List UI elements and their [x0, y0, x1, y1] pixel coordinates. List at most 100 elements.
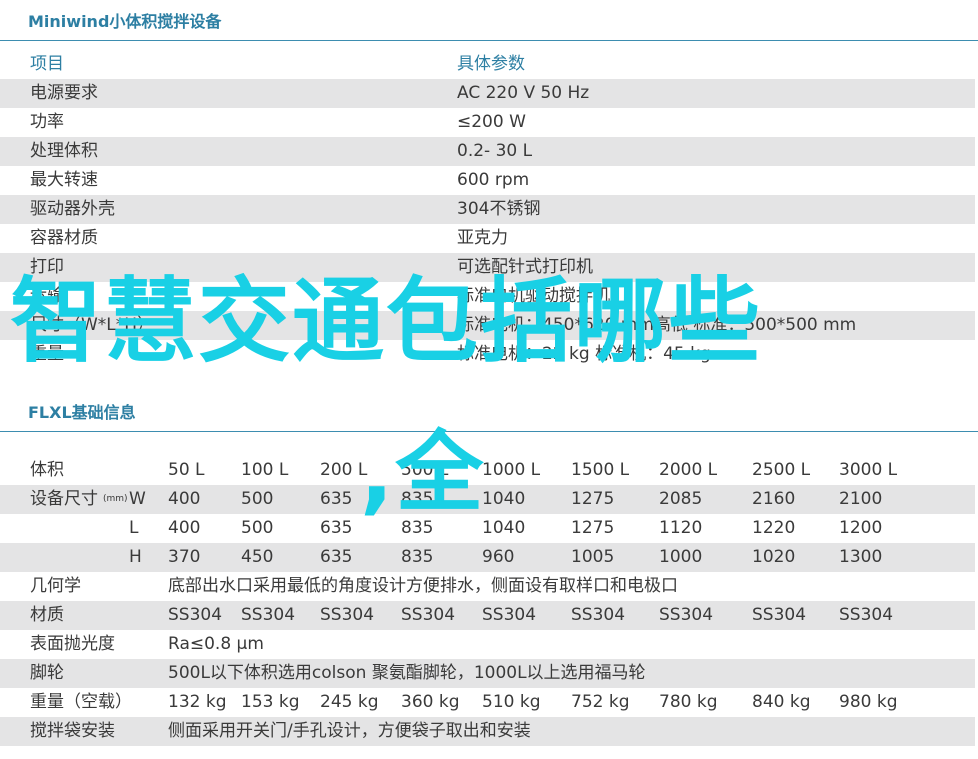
row-param: 600 rpm [457, 170, 530, 190]
value-cell: SS304 [482, 605, 537, 625]
value-cell: 1005 [571, 547, 615, 567]
value-cell: 1275 [571, 489, 615, 509]
value-cell: 840 kg [752, 692, 811, 712]
value-cell: 500 [241, 518, 274, 538]
value-cell: 500 [241, 489, 274, 509]
value-cell: 245 kg [320, 692, 379, 712]
value-cell: SS304 [839, 605, 894, 625]
row-label: 表面抛光度 [30, 634, 115, 654]
table-row: 材质 SS304 SS304 SS304 SS304 SS304 SS304 SS304 SS3… [0, 601, 975, 630]
value-cell: SS304 [659, 605, 714, 625]
value-cell: SS304 [571, 605, 626, 625]
value-cell: 1020 [752, 547, 796, 567]
value-cell: 400 [168, 489, 201, 509]
value-cell: 1000 [659, 547, 703, 567]
row-label: 设备尺寸 [30, 489, 98, 509]
table-row: 设备尺寸 (mm) W 400 500 635 835 1040 1275 2085 2160 210… [0, 485, 975, 514]
row-param: 0.2- 30 L [457, 141, 533, 161]
value-cell: 1120 [659, 518, 703, 538]
row-axis: L [129, 518, 139, 538]
value-cell: 2000 L [659, 460, 718, 480]
header-param: 具体参数 [457, 54, 525, 74]
table-row: 体积 50 L 100 L 200 L 500 L 1000 L 1500 L 2000 L2… [0, 456, 975, 485]
value-cell: SS304 [401, 605, 456, 625]
value-cell: 153 kg [241, 692, 300, 712]
row-unit: (mm) [103, 494, 128, 504]
value-cell: 635 [320, 518, 353, 538]
row-text: 500L以下体积选用colson 聚氨酯脚轮，1000L以上选用福马轮 [168, 663, 646, 683]
value-cell: SS304 [168, 605, 223, 625]
row-param: 亚克力 [457, 228, 508, 248]
row-label: 体积 [30, 460, 64, 480]
value-cell: 3000 L [839, 460, 898, 480]
row-item: 最大转速 [30, 170, 98, 190]
row-text: 侧面采用开关门/手孔设计，方便袋子取出和安装 [168, 721, 531, 741]
table-row: 处理体积 0.2- 30 L [0, 137, 975, 166]
overlay-headline: 智慧交通包括哪些 [10, 268, 763, 375]
table-row: 最大转速 600 rpm [0, 166, 975, 195]
value-cell: 752 kg [571, 692, 630, 712]
row-label: 几何学 [30, 576, 81, 596]
row-axis: W [129, 489, 146, 509]
header-item: 项目 [30, 54, 64, 74]
value-cell: 50 L [168, 460, 205, 480]
table-row: 电源要求 AC 220 V 50 Hz [0, 79, 975, 108]
value-cell: 2500 L [752, 460, 811, 480]
value-cell: 2100 [839, 489, 883, 509]
value-cell: 635 [320, 547, 353, 567]
table-row: H 370 450 635 835 960 1005 1000 1020 1300 [0, 543, 975, 572]
value-cell: 780 kg [659, 692, 718, 712]
row-item: 处理体积 [30, 141, 98, 161]
value-cell: 360 kg [401, 692, 460, 712]
value-cell: 635 [320, 489, 353, 509]
value-cell: 1300 [839, 547, 883, 567]
value-cell: 100 L [241, 460, 289, 480]
value-cell: SS304 [241, 605, 296, 625]
section2-divider [0, 431, 978, 432]
value-cell: SS304 [320, 605, 375, 625]
value-cell: 400 [168, 518, 201, 538]
row-item: 驱动器外壳 [30, 199, 115, 219]
value-cell: 1000 L [482, 460, 541, 480]
value-cell: SS304 [752, 605, 807, 625]
row-item: 容器材质 [30, 228, 98, 248]
value-cell: 1040 [482, 518, 526, 538]
row-param: ≤200 W [457, 112, 526, 132]
value-cell: 2085 [659, 489, 703, 509]
table-row: 表面抛光度 Ra≤0.8 μm [0, 630, 975, 659]
row-label: 脚轮 [30, 663, 64, 683]
value-cell: 835 [401, 547, 434, 567]
value-cell: 1500 L [571, 460, 630, 480]
value-cell: 450 [241, 547, 274, 567]
value-cell: 2160 [752, 489, 796, 509]
section2-title: FLXL基础信息 [28, 403, 136, 422]
table-row: 驱动器外壳 304不锈钢 [0, 195, 975, 224]
table-row: 脚轮 500L以下体积选用colson 聚氨酯脚轮，1000L以上选用福马轮 [0, 659, 975, 688]
table1-header-row: 项目 具体参数 [0, 50, 975, 79]
row-item: 功率 [30, 112, 64, 132]
table-row: 功率 ≤200 W [0, 108, 975, 137]
table-row: 几何学 底部出水口采用最低的角度设计方便排水，侧面设有取样口和电极口 [0, 572, 975, 601]
row-item: 电源要求 [30, 83, 98, 103]
section1-divider [0, 40, 978, 41]
table-row: L 400 500 635 835 1040 1275 1120 1220 1200 [0, 514, 975, 543]
overlay-headline-cont: ,全 [360, 421, 486, 524]
row-label: 材质 [30, 605, 64, 625]
section1-title: Miniwind小体积搅拌设备 [28, 12, 222, 31]
value-cell: 1220 [752, 518, 796, 538]
row-text: Ra≤0.8 μm [168, 634, 264, 654]
value-cell: 370 [168, 547, 201, 567]
value-cell: 510 kg [482, 692, 541, 712]
value-cell: 1040 [482, 489, 526, 509]
row-param: 304不锈钢 [457, 199, 541, 219]
row-label: 重量（空载） [30, 692, 132, 712]
value-cell: 960 [482, 547, 515, 567]
row-param: AC 220 V 50 Hz [457, 83, 590, 103]
table-row: 搅拌袋安装 侧面采用开关门/手孔设计，方便袋子取出和安装 [0, 717, 975, 746]
value-cell: 980 kg [839, 692, 898, 712]
row-axis: H [129, 547, 142, 567]
row-label: 搅拌袋安装 [30, 721, 115, 741]
value-cell: 1275 [571, 518, 615, 538]
value-cell: 1200 [839, 518, 883, 538]
row-text: 底部出水口采用最低的角度设计方便排水，侧面设有取样口和电极口 [168, 576, 678, 596]
